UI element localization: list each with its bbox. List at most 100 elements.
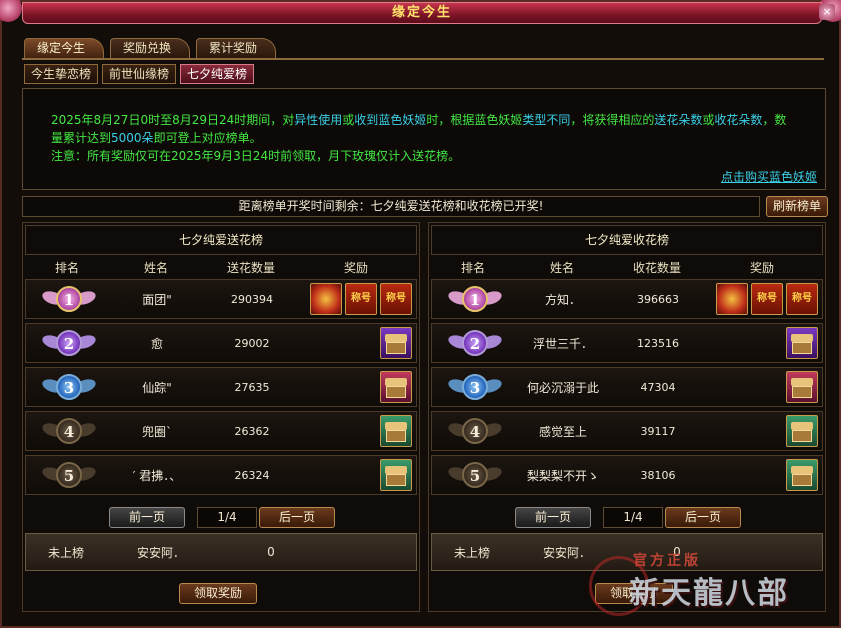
notice-highlight: 5000朵 bbox=[111, 131, 154, 145]
table-row: 2 愈 29002 bbox=[25, 323, 417, 363]
flower-count: 123516 bbox=[637, 336, 679, 350]
notice-text: 或 bbox=[342, 113, 355, 127]
treasure-chest-icon[interactable] bbox=[786, 459, 818, 491]
notice-highlight: 类型不同 bbox=[522, 113, 571, 127]
table-row: 2 浮世三千． 123516 bbox=[431, 323, 823, 363]
notice-line-3: 注意：所有奖励仅可在2025年9月3日24时前领取，月下玫瑰仅计入送花榜。 bbox=[51, 149, 461, 163]
rank-number: 5 bbox=[56, 462, 82, 488]
next-page-button[interactable]: 后一页 bbox=[665, 507, 741, 528]
tab-fate-this-life[interactable]: 缘定今生 bbox=[24, 38, 105, 58]
subtab-past-life-board[interactable]: 前世仙缘榜 bbox=[102, 64, 177, 84]
col-reward: 奖励 bbox=[749, 261, 774, 275]
gift-box-icon[interactable] bbox=[716, 283, 748, 315]
title-reward-icon[interactable]: 称号 bbox=[345, 283, 377, 315]
gift-box-icon[interactable] bbox=[310, 283, 342, 315]
treasure-chest-icon[interactable] bbox=[786, 327, 818, 359]
rank-medal-icon: 1 bbox=[40, 284, 98, 314]
rank-medal-icon: 3 bbox=[446, 372, 504, 402]
subtab-qixi-board[interactable]: 七夕纯爱榜 bbox=[180, 64, 255, 84]
my-rank-status: 未上榜 bbox=[47, 545, 84, 560]
treasure-chest-icon[interactable] bbox=[786, 415, 818, 447]
notice-text: 时，根据蓝色妖姬 bbox=[426, 113, 523, 127]
flower-count: 27635 bbox=[234, 380, 270, 394]
notice-highlight: 收花朵数 bbox=[714, 113, 763, 127]
my-name: 安安阿． bbox=[542, 545, 591, 560]
rank-medal-icon: 2 bbox=[446, 328, 504, 358]
refresh-board-button[interactable]: 刷新榜单 bbox=[766, 196, 828, 217]
flower-count: 290394 bbox=[231, 292, 273, 306]
my-rank-status: 未上榜 bbox=[453, 545, 490, 560]
main-tabs: 缘定今生 奖励兑换 累计奖励 bbox=[24, 38, 277, 58]
rank-medal-icon: 5 bbox=[40, 460, 98, 490]
title-reward-icon[interactable]: 称号 bbox=[380, 283, 412, 315]
rank-number: 1 bbox=[56, 286, 82, 312]
col-count: 送花数量 bbox=[226, 261, 275, 275]
player-name: 方知． bbox=[544, 292, 581, 307]
tab-cumulative-reward[interactable]: 累计奖励 bbox=[196, 38, 277, 58]
receive-flower-board: 七夕纯爱收花榜 排名 姓名 收花数量 奖励 1 方知． 396663 称号 称号… bbox=[428, 222, 826, 612]
page-indicator: 1/4 bbox=[197, 507, 257, 528]
board-header: 排名 姓名 送花数量 奖励 bbox=[23, 259, 419, 277]
page-indicator: 1/4 bbox=[603, 507, 663, 528]
table-row: 1 方知． 396663 称号 称号 bbox=[431, 279, 823, 319]
claim-reward-button[interactable]: 领取奖励 bbox=[179, 583, 257, 604]
flower-count: 47304 bbox=[640, 380, 676, 394]
my-count: 0 bbox=[267, 545, 275, 559]
player-name: 面团" bbox=[142, 292, 172, 307]
col-rank: 排名 bbox=[460, 261, 485, 275]
pager: 前一页 1/4 后一页 bbox=[109, 507, 339, 529]
player-name: 兜圈` bbox=[141, 424, 172, 439]
flower-count: 26362 bbox=[234, 424, 270, 438]
prev-page-button[interactable]: 前一页 bbox=[109, 507, 185, 528]
corner-ornament-left bbox=[0, 0, 22, 22]
claim-reward-button[interactable]: 领取奖励 bbox=[595, 583, 673, 604]
table-row: 5 ′ 君拂．、 26324 bbox=[25, 455, 417, 495]
rank-medal-icon: 5 bbox=[446, 460, 504, 490]
rank-number: 1 bbox=[462, 286, 488, 312]
col-rank: 排名 bbox=[54, 261, 79, 275]
flower-count: 39117 bbox=[640, 424, 676, 438]
rank-number: 4 bbox=[462, 418, 488, 444]
treasure-chest-icon[interactable] bbox=[380, 371, 412, 403]
table-row: 3 仙踪" 27635 bbox=[25, 367, 417, 407]
treasure-chest-icon[interactable] bbox=[380, 415, 412, 447]
my-count: 0 bbox=[673, 545, 681, 559]
notice-text: 或 bbox=[702, 113, 715, 127]
col-count: 收花数量 bbox=[632, 261, 681, 275]
close-icon[interactable]: × bbox=[819, 4, 835, 20]
rank-number: 2 bbox=[462, 330, 488, 356]
treasure-chest-icon[interactable] bbox=[786, 371, 818, 403]
table-row: 5 梨梨梨不开ゝ 38106 bbox=[431, 455, 823, 495]
table-row: 1 面团" 290394 称号 称号 bbox=[25, 279, 417, 319]
treasure-chest-icon[interactable] bbox=[380, 459, 412, 491]
pager: 前一页 1/4 后一页 bbox=[515, 507, 745, 529]
my-rank-row: 未上榜 安安阿． 0 bbox=[25, 533, 417, 571]
tab-reward-exchange[interactable]: 奖励兑换 bbox=[110, 38, 191, 58]
subtab-love-board[interactable]: 今生挚恋榜 bbox=[24, 64, 99, 84]
countdown-text: 距离榜单开奖时间剩余：七夕纯爱送花榜和收花榜已开奖! bbox=[22, 196, 760, 217]
flower-count: 38106 bbox=[640, 468, 676, 482]
player-name: 浮世三千． bbox=[532, 336, 593, 351]
player-name: 仙踪" bbox=[142, 380, 172, 395]
title-reward-icon[interactable]: 称号 bbox=[786, 283, 818, 315]
treasure-chest-icon[interactable] bbox=[380, 327, 412, 359]
table-row: 4 感觉至上 39117 bbox=[431, 411, 823, 451]
rank-medal-icon: 4 bbox=[446, 416, 504, 446]
player-name: 愈 bbox=[150, 336, 163, 351]
prev-page-button[interactable]: 前一页 bbox=[515, 507, 591, 528]
rank-medal-icon: 2 bbox=[40, 328, 98, 358]
rank-number: 3 bbox=[462, 374, 488, 400]
notice-line-1: 2025年8月27日0时至8月29日24时期间，对异性使用或收到蓝色妖姬时，根据… bbox=[51, 111, 821, 129]
notice-line-2: 量累计达到5000朵即可登上对应榜单。 bbox=[51, 129, 821, 147]
col-name: 姓名 bbox=[549, 261, 574, 275]
notice-text: 即可登上对应榜单。 bbox=[153, 131, 262, 145]
title-reward-icon[interactable]: 称号 bbox=[751, 283, 783, 315]
next-page-button[interactable]: 后一页 bbox=[259, 507, 335, 528]
tab-divider bbox=[22, 58, 824, 60]
rank-medal-icon: 1 bbox=[446, 284, 504, 314]
sub-tabs: 今生挚恋榜 前世仙缘榜 七夕纯爱榜 bbox=[24, 64, 255, 84]
window-title: 缘定今生 bbox=[391, 5, 452, 20]
buy-blue-enchantress-link[interactable]: 点击购买蓝色妖姬 bbox=[721, 168, 817, 185]
my-name: 安安阿． bbox=[136, 545, 185, 560]
my-rank-row: 未上榜 安安阿． 0 bbox=[431, 533, 823, 571]
